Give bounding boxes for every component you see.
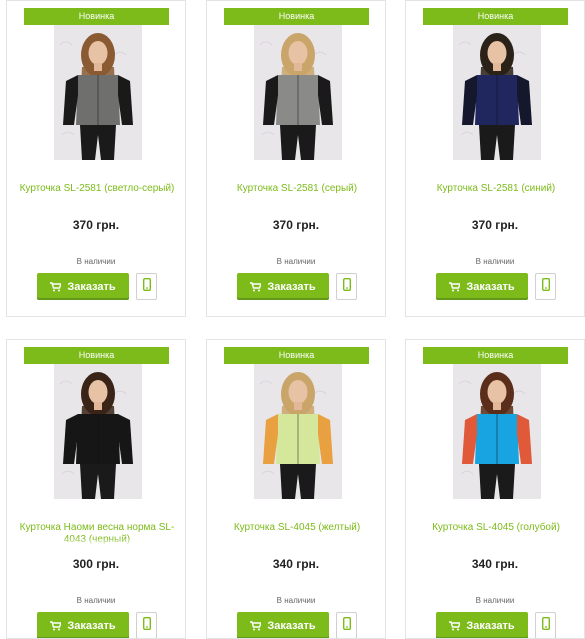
new-badge: Новинка xyxy=(423,347,568,364)
product-photo[interactable] xyxy=(453,25,541,160)
new-badge: Новинка xyxy=(224,8,369,25)
new-badge: Новинка xyxy=(24,8,169,25)
cart-icon xyxy=(50,620,62,631)
product-price: 340 грн. xyxy=(471,557,519,571)
phone-icon xyxy=(342,277,351,296)
stock-status: В наличии xyxy=(276,257,316,266)
product-price: 370 грн. xyxy=(72,218,120,232)
call-back-button[interactable] xyxy=(336,273,357,300)
phone-icon xyxy=(541,277,550,296)
product-photo[interactable] xyxy=(54,364,142,499)
phone-icon xyxy=(142,277,151,296)
order-button[interactable]: Заказать xyxy=(237,612,329,638)
order-button[interactable]: Заказать xyxy=(237,273,329,300)
order-button-label: Заказать xyxy=(67,280,116,293)
stock-status: В наличии xyxy=(76,257,116,266)
product-card: Новинка Курточка SL-2581 (серый) 370 грн… xyxy=(206,0,386,317)
new-badge: Новинка xyxy=(24,347,169,364)
call-back-button[interactable] xyxy=(136,273,157,300)
product-price: 300 грн. xyxy=(72,557,120,571)
product-photo[interactable] xyxy=(254,364,342,499)
phone-icon xyxy=(342,616,351,635)
new-badge: Новинка xyxy=(224,347,369,364)
new-badge: Новинка xyxy=(423,8,568,25)
stock-status: В наличии xyxy=(475,257,515,266)
product-price: 370 грн. xyxy=(471,218,519,232)
cart-icon xyxy=(449,281,461,292)
product-photo[interactable] xyxy=(254,25,342,160)
product-name-link[interactable]: Курточка Наоми весна норма SL-4043 (черн… xyxy=(15,522,179,546)
order-button-label: Заказать xyxy=(267,619,316,632)
phone-icon xyxy=(142,616,151,635)
order-button-label: Заказать xyxy=(466,619,515,632)
stock-status: В наличии xyxy=(276,596,316,605)
order-button-label: Заказать xyxy=(267,280,316,293)
order-button[interactable]: Заказать xyxy=(436,612,528,638)
cart-icon xyxy=(50,281,62,292)
product-photo[interactable] xyxy=(54,25,142,160)
stock-status: В наличии xyxy=(475,596,515,605)
product-price: 340 грн. xyxy=(272,557,320,571)
product-card: Новинка Курточка SL-4045 (голубой) 340 г… xyxy=(405,339,585,639)
product-name-link[interactable]: Курточка SL-4045 (желтый) xyxy=(215,522,379,546)
call-back-button[interactable] xyxy=(336,612,357,638)
order-button[interactable]: Заказать xyxy=(436,273,528,300)
call-back-button[interactable] xyxy=(535,273,556,300)
order-button-label: Заказать xyxy=(67,619,116,632)
product-card: Новинка Курточка SL-2581 (светло-серый) … xyxy=(6,0,186,317)
product-card: Новинка Курточка SL-4045 (желтый) 340 гр… xyxy=(206,339,386,639)
product-name-link[interactable]: Курточка SL-4045 (голубой) xyxy=(414,522,578,546)
product-name-link[interactable]: Курточка SL-2581 (светло-серый) xyxy=(15,183,179,207)
cart-icon xyxy=(250,281,262,292)
product-card: Новинка Курточка Наоми весна норма SL-40… xyxy=(6,339,186,639)
product-card: Новинка Курточка SL-2581 (синий) 370 грн… xyxy=(405,0,585,317)
order-button-label: Заказать xyxy=(466,280,515,293)
cart-icon xyxy=(250,620,262,631)
cart-icon xyxy=(449,620,461,631)
order-button[interactable]: Заказать xyxy=(37,612,129,638)
phone-icon xyxy=(541,616,550,635)
stock-status: В наличии xyxy=(76,596,116,605)
product-name-link[interactable]: Курточка SL-2581 (синий) xyxy=(414,183,578,207)
product-name-link[interactable]: Курточка SL-2581 (серый) xyxy=(215,183,379,207)
call-back-button[interactable] xyxy=(535,612,556,638)
product-photo[interactable] xyxy=(453,364,541,499)
product-price: 370 грн. xyxy=(272,218,320,232)
call-back-button[interactable] xyxy=(136,612,157,638)
order-button[interactable]: Заказать xyxy=(37,273,129,300)
